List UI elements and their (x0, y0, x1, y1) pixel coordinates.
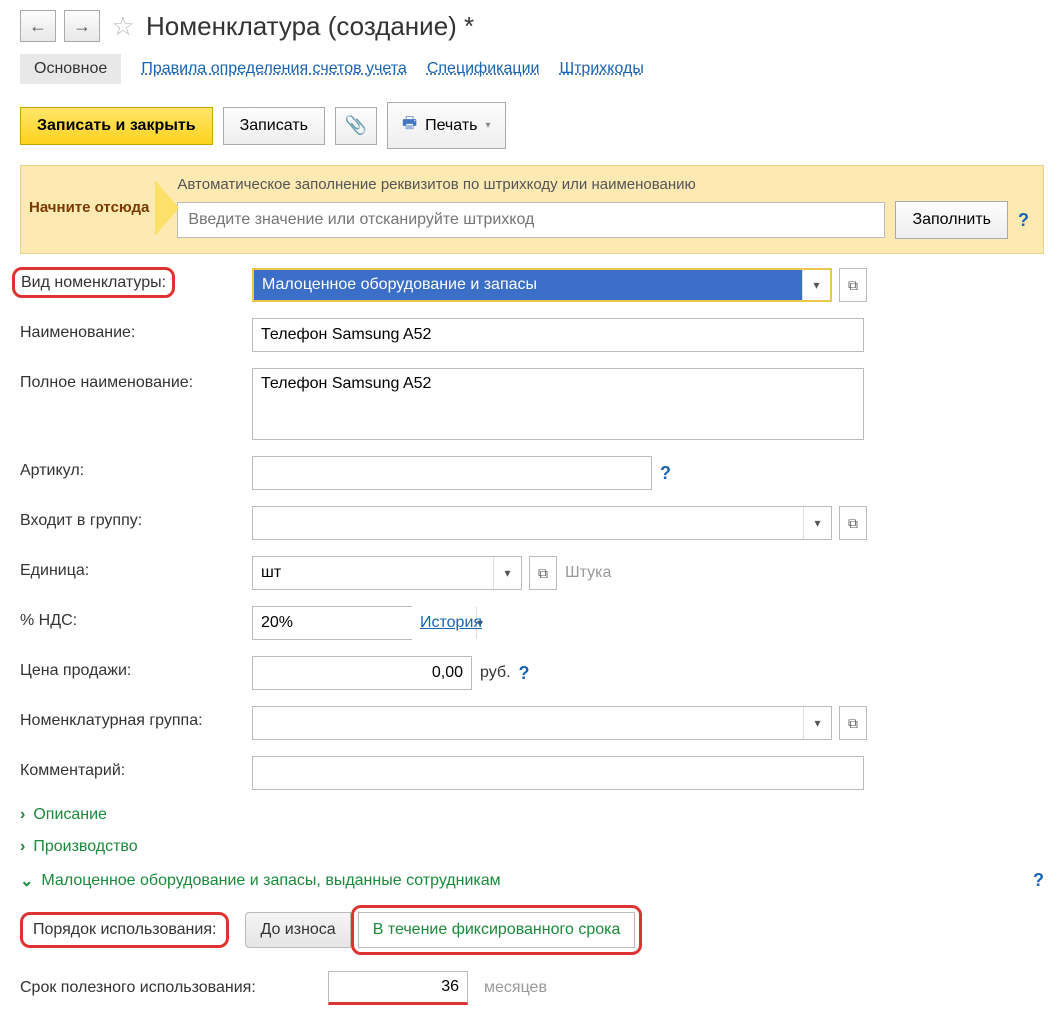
expander-production[interactable]: › Производство (20, 838, 1044, 856)
price-label: Цена продажи: (20, 656, 244, 680)
artikul-input[interactable] (253, 457, 651, 489)
usage-fixed-term-button[interactable]: В течение фиксированного срока (358, 912, 636, 948)
tab-specifications[interactable]: Спецификации (427, 54, 540, 84)
unit-label: Единица: (20, 556, 244, 580)
unit-open-button[interactable]: ⧉ (529, 556, 557, 590)
usage-order-label: Порядок использования: (20, 912, 229, 948)
fullname-label: Полное наименование: (20, 368, 244, 392)
vid-open-button[interactable]: ⧉ (839, 268, 867, 302)
page-title: Номенклатура (создание) * (146, 11, 474, 42)
expander-low-value-equipment[interactable]: ⌄ Малоценное оборудование и запасы, выда… (20, 870, 1044, 891)
vid-dropdown-button[interactable]: ▾ (802, 270, 830, 300)
help-icon[interactable]: ? (1033, 870, 1044, 891)
nomgroup-input[interactable] (253, 707, 803, 739)
barcode-scan-input[interactable] (177, 202, 885, 238)
unit-input[interactable] (253, 557, 493, 589)
comment-label: Комментарий: (20, 756, 244, 780)
save-and-close-button[interactable]: Записать и закрыть (20, 107, 213, 145)
help-icon[interactable]: ? (519, 663, 530, 684)
useful-life-input[interactable] (328, 971, 468, 1005)
banner-description: Автоматическое заполнение реквизитов по … (177, 176, 1029, 193)
comment-input[interactable] (253, 757, 863, 789)
unit-dropdown-button[interactable]: ▾ (493, 557, 521, 589)
arrow-shape-icon (155, 180, 179, 236)
fill-button[interactable]: Заполнить (895, 201, 1008, 239)
expander-description[interactable]: › Описание (20, 806, 1044, 824)
expander-malo-label: Малоценное оборудование и запасы, выданн… (41, 872, 500, 890)
vat-history-link[interactable]: История (420, 614, 482, 632)
nomgroup-label: Номенклатурная группа: (20, 706, 244, 730)
group-label: Входит в группу: (20, 506, 244, 530)
unit-hint: Штука (565, 564, 611, 582)
group-open-button[interactable]: ⧉ (839, 506, 867, 540)
vat-label: % НДС: (20, 606, 244, 630)
tab-barcodes[interactable]: Штрихкоды (559, 54, 643, 84)
arrow-left-icon: ← (29, 16, 47, 37)
useful-life-label: Срок полезного использования: (20, 979, 320, 997)
tab-account-rules[interactable]: Правила определения счетов учета (141, 54, 407, 84)
fullname-textarea[interactable]: Телефон Samsung A52 (252, 368, 864, 440)
chevron-down-icon: ⌄ (20, 871, 33, 891)
expander-description-label: Описание (33, 806, 107, 824)
price-currency: руб. (480, 664, 511, 682)
expander-production-label: Производство (33, 838, 137, 856)
nav-forward-button[interactable]: → (64, 10, 100, 42)
name-input[interactable] (253, 319, 863, 351)
useful-life-unit: месяцев (484, 979, 547, 997)
group-dropdown-button[interactable]: ▾ (803, 507, 831, 539)
vid-nomenklatury-input[interactable] (254, 270, 802, 300)
favorite-star-icon[interactable]: ☆ (108, 11, 138, 41)
artikul-label: Артикул: (20, 456, 244, 480)
printer-icon: 🖶 (402, 112, 417, 139)
group-input[interactable] (253, 507, 803, 539)
tab-main[interactable]: Основное (20, 54, 121, 84)
help-icon[interactable]: ? (660, 463, 671, 484)
paperclip-icon: 📎 (345, 115, 367, 136)
chevron-right-icon: › (20, 806, 25, 824)
price-input[interactable] (252, 656, 472, 690)
save-button[interactable]: Записать (223, 107, 325, 145)
name-label: Наименование: (20, 318, 244, 342)
nomgroup-dropdown-button[interactable]: ▾ (803, 707, 831, 739)
usage-until-wear-button[interactable]: До износа (245, 912, 350, 948)
start-here-banner: Начните отсюда Автоматическое заполнение… (20, 165, 1044, 254)
attachment-button[interactable]: 📎 (335, 107, 377, 145)
vid-nomenklatury-label: Вид номенклатуры: (12, 267, 175, 298)
chevron-right-icon: › (20, 838, 25, 856)
start-here-label: Начните отсюда (29, 199, 161, 216)
arrow-right-icon: → (73, 16, 91, 37)
print-label: Печать (425, 117, 477, 135)
nav-back-button[interactable]: ← (20, 10, 56, 42)
chevron-down-icon: ▾ (485, 120, 490, 131)
print-button[interactable]: 🖶 Печать ▾ (387, 102, 506, 149)
help-icon[interactable]: ? (1018, 210, 1029, 231)
nomgroup-open-button[interactable]: ⧉ (839, 706, 867, 740)
